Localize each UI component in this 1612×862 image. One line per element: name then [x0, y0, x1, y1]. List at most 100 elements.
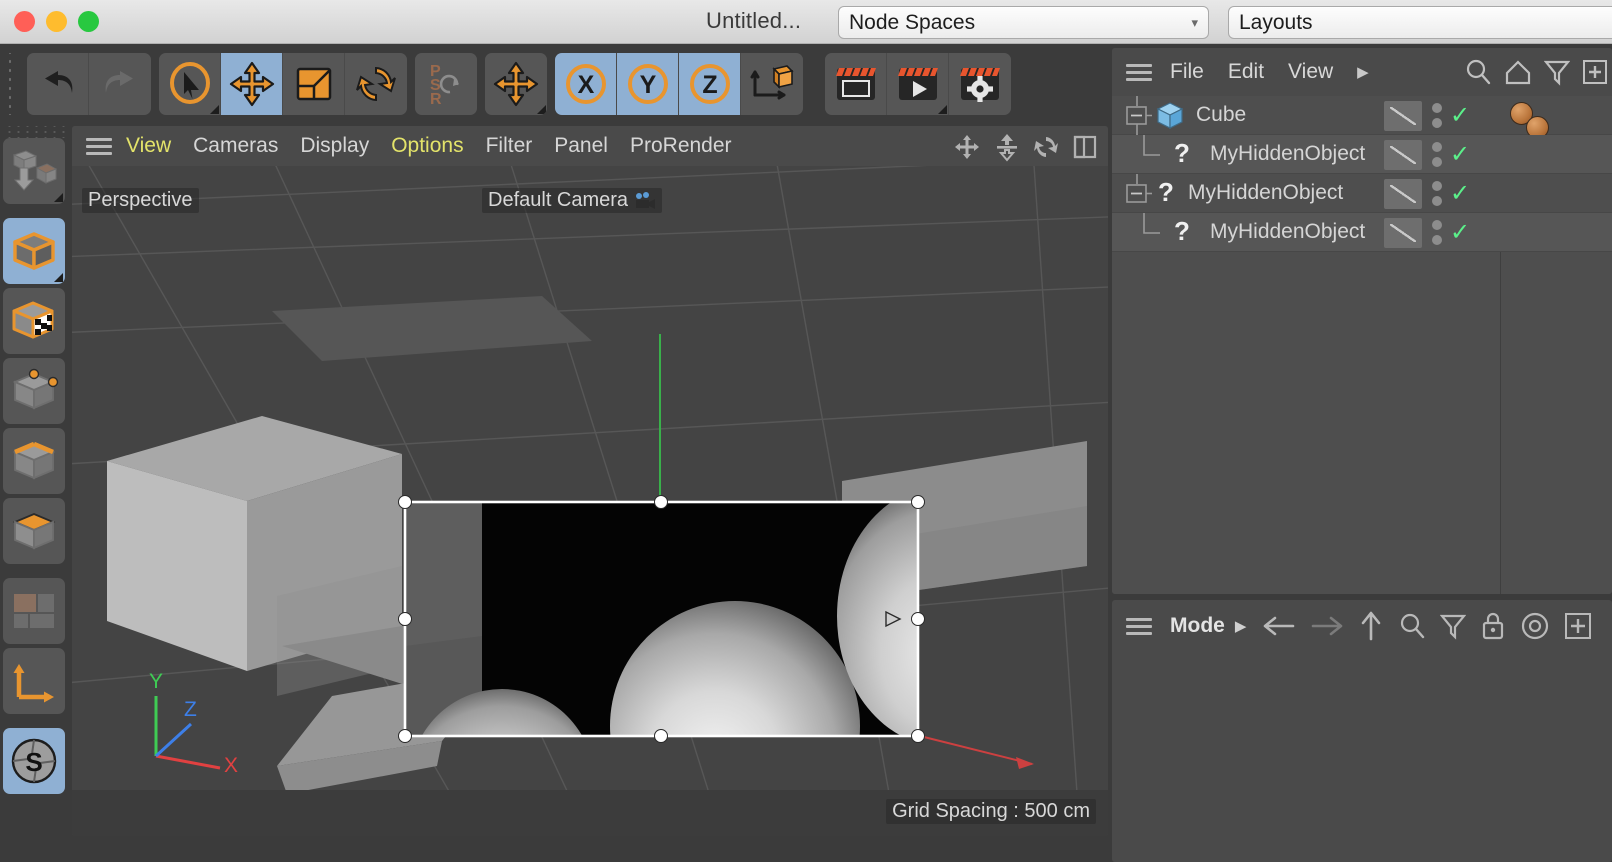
viewport-menu-display[interactable]: Display: [300, 134, 369, 158]
lock-y-button[interactable]: Y: [617, 53, 679, 115]
add-icon[interactable]: [1564, 612, 1592, 640]
viewport-3d-stage[interactable]: Perspective Default Camera Y X Z: [72, 166, 1108, 836]
lock-z-button[interactable]: Z: [679, 53, 741, 115]
question-icon: ?: [1174, 216, 1190, 246]
viewport-menu-hamburger-icon[interactable]: [86, 137, 112, 155]
enable-check-icon[interactable]: ✓: [1450, 142, 1470, 167]
move-tool-button[interactable]: [221, 53, 283, 115]
psr-button[interactable]: P S R: [415, 53, 477, 115]
polygons-mode-button[interactable]: [3, 498, 65, 564]
mode-hamburger-icon[interactable]: [1126, 617, 1152, 635]
back-arrow-icon[interactable]: [1262, 613, 1296, 639]
table-row[interactable]: ? MyHiddenObject ✓: [1112, 173, 1612, 213]
lock-icon[interactable]: [1480, 611, 1506, 641]
svg-text:?: ?: [1174, 216, 1190, 246]
expander-minus-icon[interactable]: [1122, 173, 1152, 213]
object-manager-hamburger-icon[interactable]: [1126, 63, 1152, 81]
object-manager-menu-file[interactable]: File: [1170, 60, 1204, 84]
sculpt-mode-button[interactable]: S: [3, 728, 65, 794]
material-tags[interactable]: [1510, 100, 1580, 139]
enable-check-icon[interactable]: ✓: [1450, 220, 1470, 245]
enable-check-icon[interactable]: ✓: [1450, 181, 1470, 206]
visibility-dots[interactable]: [1432, 181, 1442, 206]
make-editable-button[interactable]: [3, 138, 65, 204]
object-row-controls: ✓: [1384, 135, 1470, 174]
attribute-manager-body[interactable]: [1112, 652, 1612, 862]
viewport-menu-options[interactable]: Options: [391, 134, 463, 158]
model-mode-icon: [13, 232, 55, 270]
rotate-tool-icon: [356, 66, 396, 102]
search-icon[interactable]: [1398, 611, 1426, 641]
expander-minus-icon[interactable]: [1122, 95, 1152, 135]
viewport-menu-prorender[interactable]: ProRender: [630, 134, 732, 158]
scale-tool-icon: [296, 67, 331, 101]
add-icon[interactable]: [1582, 59, 1608, 85]
undo-button[interactable]: [27, 53, 89, 115]
close-button[interactable]: [14, 11, 35, 32]
object-manager-menu-edit[interactable]: Edit: [1228, 60, 1264, 84]
scale-tool-button[interactable]: [283, 53, 345, 115]
viewport-menu-filter[interactable]: Filter: [486, 134, 533, 158]
search-icon[interactable]: [1464, 58, 1492, 86]
target-icon[interactable]: [1520, 611, 1550, 641]
render-settings-button[interactable]: [949, 53, 1011, 115]
question-icon: ?: [1174, 138, 1190, 168]
camera-label: Default Camera: [482, 188, 663, 213]
visibility-tag-cell[interactable]: [1384, 217, 1422, 248]
home-icon[interactable]: [1504, 58, 1532, 86]
table-row[interactable]: ? MyHiddenObject ✓: [1112, 212, 1612, 252]
points-mode-button[interactable]: [3, 358, 65, 424]
viewport-menu-panel[interactable]: Panel: [554, 134, 608, 158]
filter-icon[interactable]: [1440, 611, 1467, 641]
visibility-dots[interactable]: [1432, 220, 1442, 245]
maximize-view-icon[interactable]: [1072, 133, 1098, 161]
visibility-dots[interactable]: [1432, 103, 1442, 128]
visibility-dots[interactable]: [1432, 142, 1442, 167]
viewport-menu-cameras[interactable]: Cameras: [193, 134, 278, 158]
pan-icon[interactable]: [952, 132, 982, 162]
enable-axis-button[interactable]: [3, 648, 65, 714]
toolbar-drag-handle[interactable]: [3, 53, 19, 115]
render-view-button[interactable]: [825, 53, 887, 115]
edges-mode-button[interactable]: [3, 428, 65, 494]
object-manager-menu-view[interactable]: View: [1288, 60, 1333, 84]
object-tree[interactable]: Cube ✓ ? MyHiddenObject ✓ ? MyHiddenObje…: [1112, 95, 1612, 594]
uv-mode-button[interactable]: [3, 578, 65, 644]
viewport-menu-bar: View Cameras Display Options Filter Pane…: [72, 126, 1108, 166]
dolly-icon[interactable]: [994, 132, 1020, 162]
lock-x-button[interactable]: X: [555, 53, 617, 115]
tree-branch-icon: [1143, 134, 1160, 156]
mode-label[interactable]: Mode: [1170, 614, 1225, 638]
texture-mode-icon: [12, 301, 54, 339]
minimize-button[interactable]: [46, 11, 67, 32]
chevron-right-icon[interactable]: ▶: [1235, 617, 1247, 635]
enable-check-icon[interactable]: ✓: [1450, 103, 1470, 128]
node-spaces-dropdown[interactable]: Node Spaces ▾: [838, 6, 1209, 39]
rotate-tool-button[interactable]: [345, 53, 407, 115]
filter-icon[interactable]: [1544, 58, 1570, 86]
table-row[interactable]: Cube ✓: [1112, 95, 1612, 139]
redo-arrow-icon: [105, 71, 133, 93]
model-mode-button[interactable]: [3, 218, 65, 284]
forward-arrow-icon[interactable]: [1310, 613, 1344, 639]
zoom-button[interactable]: [78, 11, 99, 32]
layouts-dropdown[interactable]: Layouts: [1228, 6, 1612, 39]
axis-z-icon: Z: [689, 64, 730, 104]
viewport-menu-view[interactable]: View: [126, 134, 171, 158]
visibility-tag-cell[interactable]: [1384, 100, 1422, 131]
up-arrow-icon[interactable]: [1358, 610, 1384, 642]
chevron-right-icon[interactable]: ▶: [1357, 63, 1369, 81]
redo-button[interactable]: [89, 53, 151, 115]
table-row[interactable]: ? MyHiddenObject ✓: [1112, 134, 1612, 174]
rotate-view-icon[interactable]: [1032, 132, 1060, 162]
texture-mode-button[interactable]: [3, 288, 65, 354]
object-name: MyHiddenObject: [1210, 142, 1366, 165]
world-coordinates-button[interactable]: [485, 53, 547, 115]
sidebar-drag-handle[interactable]: [3, 126, 65, 138]
object-manager-icons: [1464, 58, 1612, 86]
visibility-tag-cell[interactable]: [1384, 178, 1422, 209]
coordinate-system-button[interactable]: [741, 53, 803, 115]
render-to-picture-viewer-button[interactable]: [887, 53, 949, 115]
visibility-tag-cell[interactable]: [1384, 139, 1422, 170]
live-selection-button[interactable]: [159, 53, 221, 115]
